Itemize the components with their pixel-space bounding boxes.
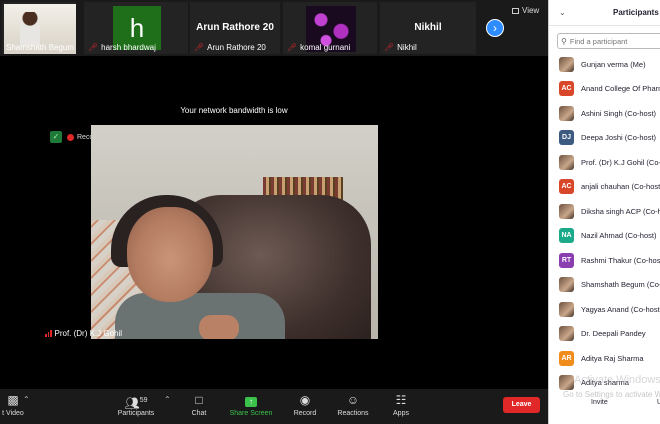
participant-name: anjali chauhan (Co-host) bbox=[581, 182, 660, 191]
speaker-name-label: Prof. (Dr) K.J Gohil bbox=[45, 329, 122, 338]
participant-search[interactable]: ⚲ bbox=[557, 33, 660, 49]
avatar: RT bbox=[559, 252, 574, 268]
invite-button[interactable]: Invite bbox=[591, 399, 608, 406]
signal-bars-icon bbox=[45, 330, 52, 337]
smiley-icon: ☺ bbox=[346, 393, 360, 407]
mic-muted-icon: 🎤︎ bbox=[384, 43, 395, 52]
chevron-down-icon[interactable]: ⌄ bbox=[559, 8, 566, 17]
share-screen-icon: ↑ bbox=[228, 393, 274, 408]
next-page-button[interactable]: › bbox=[486, 19, 504, 37]
bandwidth-notice: Your network bandwidth is low bbox=[180, 106, 288, 115]
avatar: AR bbox=[559, 350, 574, 366]
gallery-tile-harsh[interactable]: h 🎤︎ harsh bhardwaj bbox=[84, 2, 188, 54]
participant-row[interactable]: AC Anand College Of Pharm bbox=[559, 81, 660, 97]
apps-button[interactable]: ☷ Apps bbox=[388, 393, 414, 417]
windows-activation-watermark: Activate Windows bbox=[574, 374, 660, 386]
view-button[interactable]: View bbox=[512, 6, 539, 15]
participant-row[interactable]: Gunjan verma (Me) bbox=[559, 56, 646, 72]
tile-display-name: Arun Rathore 20 bbox=[196, 22, 274, 33]
tile-name: 🎤︎ Nikhil bbox=[384, 43, 417, 52]
participant-row[interactable]: AC anjali chauhan (Co-host) bbox=[559, 179, 660, 195]
participant-row[interactable]: Yagyas Anand (Co-host) bbox=[559, 301, 660, 317]
leave-button[interactable]: Leave bbox=[503, 397, 540, 413]
participant-name: Aditya Raj Sharma bbox=[581, 353, 644, 363]
participants-icon: 👥︎59 bbox=[124, 396, 148, 410]
avatar bbox=[559, 326, 574, 341]
participant-row[interactable]: Diksha singh ACP (Co-h bbox=[559, 203, 660, 219]
tile-name: Shamshath Begum bbox=[6, 43, 75, 52]
record-icon: ◉ bbox=[299, 393, 311, 407]
record-button[interactable]: ◉ Record bbox=[290, 393, 320, 417]
search-icon: ⚲ bbox=[561, 36, 567, 46]
grid-icon bbox=[512, 7, 519, 14]
avatar: AC bbox=[559, 179, 574, 194]
mic-muted-icon: 🎤︎ bbox=[287, 43, 298, 52]
mic-muted-icon: 🎤︎ bbox=[194, 43, 205, 52]
participant-name: Ashini Singh (Co-host) bbox=[581, 108, 657, 118]
chat-icon: □ bbox=[195, 393, 203, 407]
chevron-right-icon: › bbox=[493, 21, 497, 35]
participant-name: Deepa Joshi (Co-host) bbox=[581, 133, 657, 142]
gallery-tile-shamshath[interactable]: Shamshath Begum bbox=[2, 2, 76, 54]
participant-name: Diksha singh ACP (Co-h bbox=[581, 206, 660, 216]
participant-row[interactable]: Ashini Singh (Co-host) bbox=[559, 105, 656, 121]
tile-name: 🎤︎ Arun Rathore 20 bbox=[194, 43, 266, 52]
participant-name: Rashmi Thakur (Co-host) bbox=[581, 255, 660, 265]
avatar bbox=[559, 154, 574, 170]
tile-name: 🎤︎ komal gurnani bbox=[287, 43, 351, 52]
tile-display-name: Nikhil bbox=[414, 22, 442, 33]
video-options-caret[interactable]: ⌃ bbox=[23, 395, 30, 404]
avatar: NA bbox=[559, 228, 574, 243]
gallery-tile-nikhil[interactable]: Nikhil 🎤︎ Nikhil bbox=[380, 2, 476, 54]
record-dot-icon bbox=[67, 133, 74, 141]
tile-name: 🎤︎ harsh bhardwaj bbox=[88, 43, 156, 52]
participants-options-caret[interactable]: ⌃ bbox=[164, 395, 171, 404]
reactions-button[interactable]: ☺ Reactions bbox=[334, 393, 372, 417]
participant-row[interactable]: NA Nazil Ahmad (Co-host) bbox=[559, 228, 656, 244]
avatar bbox=[559, 375, 574, 390]
panel-title: Participants (59) bbox=[613, 8, 660, 17]
participant-name: Prof. (Dr) K.J Gohil (Co- bbox=[581, 157, 660, 167]
avatar bbox=[559, 203, 574, 219]
chat-button[interactable]: □ Chat bbox=[184, 393, 214, 417]
search-input[interactable] bbox=[569, 36, 660, 46]
apps-icon: ☷ bbox=[395, 393, 407, 407]
participant-row[interactable]: RT Rashmi Thakur (Co-host) bbox=[559, 252, 660, 268]
participant-name: Nazil Ahmad (Co-host) bbox=[581, 231, 657, 240]
avatar bbox=[559, 105, 574, 121]
participant-name: Dr. Deepali Pandey bbox=[581, 329, 646, 338]
participant-name: Yagyas Anand (Co-host) bbox=[581, 304, 660, 314]
participant-name: Gunjan verma (Me) bbox=[581, 59, 646, 69]
avatar: DJ bbox=[559, 130, 574, 145]
active-speaker-video[interactable] bbox=[91, 125, 378, 339]
avatar bbox=[559, 56, 574, 72]
participant-name: Shamshath Begum (Co- bbox=[581, 280, 660, 289]
participant-row[interactable]: DJ Deepa Joshi (Co-host) bbox=[559, 130, 656, 146]
participant-row[interactable]: Prof. (Dr) K.J Gohil (Co- bbox=[559, 154, 660, 170]
participant-name: Anand College Of Pharm bbox=[581, 84, 660, 93]
avatar: AC bbox=[559, 81, 574, 96]
participant-row[interactable]: Shamshath Begum (Co- bbox=[559, 277, 660, 293]
windows-activation-hint: Go to Settings to activate Windows. bbox=[563, 390, 660, 399]
panel-header: ⌄ Participants (59) bbox=[549, 0, 660, 26]
share-screen-button[interactable]: ↑ Share Screen bbox=[228, 393, 274, 417]
gallery-tile-komal[interactable]: 🎤︎ komal gurnani bbox=[283, 2, 377, 54]
participants-button[interactable]: 👥︎59 Participants bbox=[112, 393, 160, 417]
gallery-strip: Shamshath Begum h 🎤︎ harsh bhardwaj Arun… bbox=[0, 0, 548, 56]
avatar bbox=[559, 301, 574, 317]
view-label: View bbox=[522, 6, 540, 15]
meeting-toolbar: ▩ t Video ⌃ 👥︎59 Participants ⌃ □ Chat ↑… bbox=[0, 389, 548, 424]
shield-icon[interactable]: ✓ bbox=[50, 131, 62, 143]
gallery-tile-arun[interactable]: Arun Rathore 20 🎤︎ Arun Rathore 20 bbox=[190, 2, 280, 54]
mic-muted-icon: 🎤︎ bbox=[88, 43, 99, 52]
avatar bbox=[559, 277, 574, 292]
participant-row[interactable]: AR Aditya Raj Sharma bbox=[559, 350, 644, 366]
participants-panel: ⌄ Participants (59) ⚲ Gunjan verma (Me) A… bbox=[548, 0, 660, 424]
participant-row[interactable]: Dr. Deepali Pandey bbox=[559, 326, 646, 342]
